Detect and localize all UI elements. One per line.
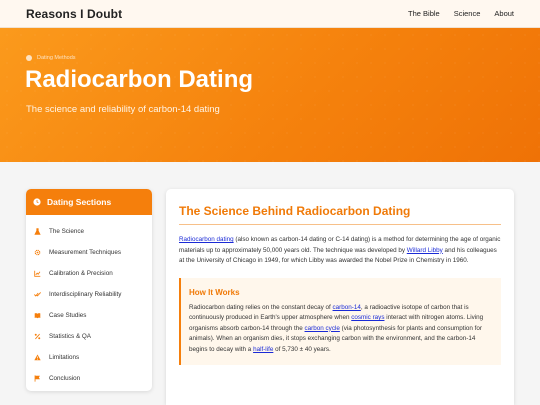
cosmic-rays-link[interactable]: cosmic rays bbox=[351, 314, 384, 321]
section-title: The Science Behind Radiocarbon Dating bbox=[179, 204, 501, 225]
how-it-works-box: How It Works Radiocarbon dating relies o… bbox=[179, 277, 501, 365]
carbon-cycle-link[interactable]: carbon cycle bbox=[305, 325, 340, 332]
sidebar-item-interdisciplinary[interactable]: Interdisciplinary Reliability bbox=[26, 284, 152, 305]
check-double-icon bbox=[34, 292, 41, 297]
sidebar-item-case-studies[interactable]: Case Studies bbox=[26, 305, 152, 326]
nav-link-science[interactable]: Science bbox=[454, 9, 481, 18]
sidebar-header: Dating Sections bbox=[26, 189, 152, 215]
nav-link-bible[interactable]: The Bible bbox=[408, 9, 440, 18]
breadcrumb: Dating Methods bbox=[26, 55, 76, 61]
how-it-works-title: How It Works bbox=[189, 287, 240, 297]
half-life-link[interactable]: half-life bbox=[253, 346, 273, 353]
sidebar-item-the-science[interactable]: The Science bbox=[26, 221, 152, 242]
how-text-1: Radiocarbon dating relies on the constan… bbox=[189, 303, 333, 311]
sidebar-item-label: Interdisciplinary Reliability bbox=[49, 291, 122, 298]
page-subtitle: The science and reliability of carbon-14… bbox=[26, 104, 220, 115]
sidebar-list: The Science Measurement Techniques Calib… bbox=[26, 215, 152, 389]
willard-libby-link[interactable]: Willard Libby bbox=[407, 247, 443, 254]
chart-icon bbox=[34, 270, 41, 277]
sidebar-item-calibration[interactable]: Calibration & Precision bbox=[26, 263, 152, 284]
nav-links: The Bible Science About bbox=[408, 9, 514, 18]
sidebar-item-label: Statistics & QA bbox=[49, 333, 91, 340]
breadcrumb-label[interactable]: Dating Methods bbox=[37, 55, 76, 61]
how-text-5: of 5,730 ± 40 years. bbox=[273, 345, 331, 353]
percent-icon bbox=[34, 333, 41, 340]
sidebar-item-measurement[interactable]: Measurement Techniques bbox=[26, 242, 152, 263]
sidebar-title: Dating Sections bbox=[47, 197, 112, 207]
clock-icon bbox=[33, 198, 41, 206]
flag-icon bbox=[34, 375, 40, 382]
sidebar: Dating Sections The Science Measurement … bbox=[26, 189, 152, 391]
hero-pattern bbox=[0, 28, 540, 162]
intro-paragraph: Radiocarbon dating (also known as carbon… bbox=[179, 235, 501, 267]
flask-icon bbox=[34, 228, 41, 235]
sidebar-item-label: Measurement Techniques bbox=[49, 249, 121, 256]
radiocarbon-dating-link[interactable]: Radiocarbon dating bbox=[179, 236, 234, 243]
book-icon bbox=[34, 313, 41, 319]
gear-icon bbox=[34, 249, 41, 256]
sidebar-item-label: Limitations bbox=[49, 354, 80, 361]
sidebar-item-label: The Science bbox=[49, 228, 85, 235]
how-it-works-paragraph: Radiocarbon dating relies on the constan… bbox=[189, 303, 493, 356]
sidebar-item-label: Calibration & Precision bbox=[49, 270, 113, 277]
page-title: Radiocarbon Dating bbox=[25, 66, 254, 93]
site-brand[interactable]: Reasons I Doubt bbox=[26, 7, 122, 21]
sidebar-item-label: Case Studies bbox=[49, 312, 87, 319]
sidebar-item-limitations[interactable]: Limitations bbox=[26, 347, 152, 368]
sidebar-item-statistics[interactable]: Statistics & QA bbox=[26, 326, 152, 347]
top-navbar: Reasons I Doubt The Bible Science About bbox=[0, 0, 540, 28]
warning-icon bbox=[34, 354, 41, 361]
clock-icon bbox=[26, 55, 32, 61]
sidebar-item-conclusion[interactable]: Conclusion bbox=[26, 368, 152, 389]
main-content-card: The Science Behind Radiocarbon Dating Ra… bbox=[166, 189, 514, 405]
nav-link-about[interactable]: About bbox=[494, 9, 514, 18]
sidebar-item-label: Conclusion bbox=[49, 375, 81, 382]
carbon-14-link[interactable]: carbon-14 bbox=[333, 304, 361, 311]
hero-banner: Dating Methods Radiocarbon Dating The sc… bbox=[0, 28, 540, 162]
